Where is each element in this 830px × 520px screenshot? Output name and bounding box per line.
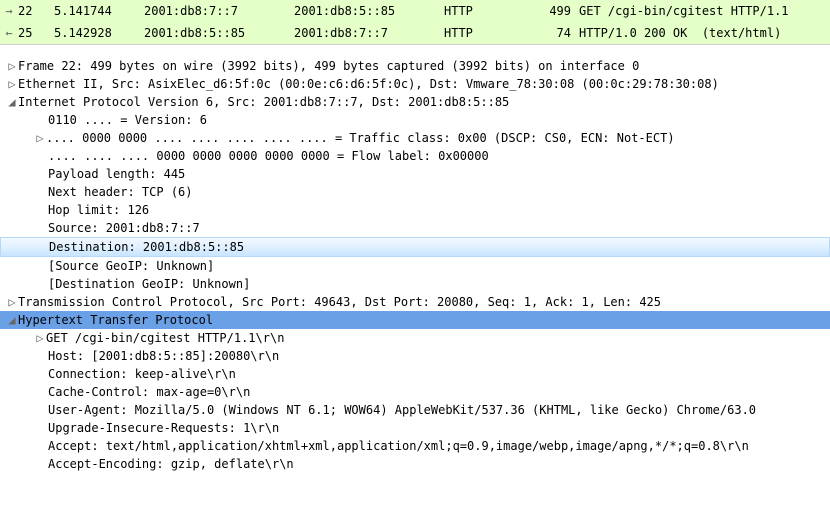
packet-row[interactable]: ← 25 5.142928 2001:db8:5::85 2001:db8:7:… (0, 22, 830, 44)
tree-http-accept-encoding[interactable]: Accept-Encoding: gzip, deflate\r\n (0, 455, 830, 473)
col-info: HTTP/1.0 200 OK (text/html) (579, 24, 830, 42)
tree-http-upgrade-insecure[interactable]: Upgrade-Insecure-Requests: 1\r\n (0, 419, 830, 437)
packet-list: → 22 5.141744 2001:db8:7::7 2001:db8:5::… (0, 0, 830, 45)
col-protocol: HTTP (444, 24, 524, 42)
tree-label: GET /cgi-bin/cgitest HTTP/1.1\r\n (46, 331, 284, 345)
tree-http-cache-control[interactable]: Cache-Control: max-age=0\r\n (0, 383, 830, 401)
col-destination: 2001:db8:7::7 (294, 24, 444, 42)
tree-label: Hypertext Transfer Protocol (18, 313, 213, 327)
col-protocol: HTTP (444, 2, 524, 20)
tree-ipv6[interactable]: ◢Internet Protocol Version 6, Src: 2001:… (0, 93, 830, 111)
chevron-right-icon: ▷ (6, 293, 18, 311)
tree-ipv6-src-geoip[interactable]: [Source GeoIP: Unknown] (0, 257, 830, 275)
col-source: 2001:db8:5::85 (144, 24, 294, 42)
tree-ipv6-hop-limit[interactable]: Hop limit: 126 (0, 201, 830, 219)
tree-label: Ethernet II, Src: AsixElec_d6:5f:0c (00:… (18, 77, 719, 91)
chevron-right-icon: ▷ (34, 329, 46, 347)
col-length: 74 (524, 24, 579, 42)
tree-label: Transmission Control Protocol, Src Port:… (18, 295, 661, 309)
tree-ipv6-payload-length[interactable]: Payload length: 445 (0, 165, 830, 183)
tree-label: .... 0000 0000 .... .... .... .... .... … (46, 131, 675, 145)
tree-ipv6-flow-label[interactable]: .... .... .... 0000 0000 0000 0000 0000 … (0, 147, 830, 165)
tree-ipv6-dst-geoip[interactable]: [Destination GeoIP: Unknown] (0, 275, 830, 293)
packet-row[interactable]: → 22 5.141744 2001:db8:7::7 2001:db8:5::… (0, 0, 830, 22)
direction-icon: ← (0, 24, 18, 42)
col-source: 2001:db8:7::7 (144, 2, 294, 20)
tree-http[interactable]: ◢Hypertext Transfer Protocol (0, 311, 830, 329)
tree-ethernet[interactable]: ▷Ethernet II, Src: AsixElec_d6:5f:0c (00… (0, 75, 830, 93)
tree-frame[interactable]: ▷Frame 22: 499 bytes on wire (3992 bits)… (0, 57, 830, 75)
col-number: 25 (18, 24, 54, 42)
tree-http-host[interactable]: Host: [2001:db8:5::85]:20080\r\n (0, 347, 830, 365)
tree-ipv6-source[interactable]: Source: 2001:db8:7::7 (0, 219, 830, 237)
tree-label: Internet Protocol Version 6, Src: 2001:d… (18, 95, 509, 109)
col-destination: 2001:db8:5::85 (294, 2, 444, 20)
tree-http-user-agent[interactable]: User-Agent: Mozilla/5.0 (Windows NT 6.1;… (0, 401, 830, 419)
col-time: 5.141744 (54, 2, 144, 20)
tree-http-request-line[interactable]: ▷GET /cgi-bin/cgitest HTTP/1.1\r\n (0, 329, 830, 347)
tree-tcp[interactable]: ▷Transmission Control Protocol, Src Port… (0, 293, 830, 311)
tree-ipv6-next-header[interactable]: Next header: TCP (6) (0, 183, 830, 201)
chevron-right-icon: ▷ (34, 129, 46, 147)
col-number: 22 (18, 2, 54, 20)
col-length: 499 (524, 2, 579, 20)
col-info: GET /cgi-bin/cgitest HTTP/1.1 (579, 2, 830, 20)
tree-ipv6-version[interactable]: 0110 .... = Version: 6 (0, 111, 830, 129)
packet-details: ▷Frame 22: 499 bytes on wire (3992 bits)… (0, 57, 830, 473)
chevron-right-icon: ▷ (6, 75, 18, 93)
col-time: 5.142928 (54, 24, 144, 42)
tree-http-accept[interactable]: Accept: text/html,application/xhtml+xml,… (0, 437, 830, 455)
chevron-down-icon: ◢ (6, 311, 18, 329)
tree-ipv6-traffic-class[interactable]: ▷.... 0000 0000 .... .... .... .... ....… (0, 129, 830, 147)
tree-http-connection[interactable]: Connection: keep-alive\r\n (0, 365, 830, 383)
direction-icon: → (0, 2, 18, 20)
tree-label: Frame 22: 499 bytes on wire (3992 bits),… (18, 59, 639, 73)
tree-ipv6-destination[interactable]: Destination: 2001:db8:5::85 (0, 237, 830, 257)
chevron-right-icon: ▷ (6, 57, 18, 75)
chevron-down-icon: ◢ (6, 93, 18, 111)
